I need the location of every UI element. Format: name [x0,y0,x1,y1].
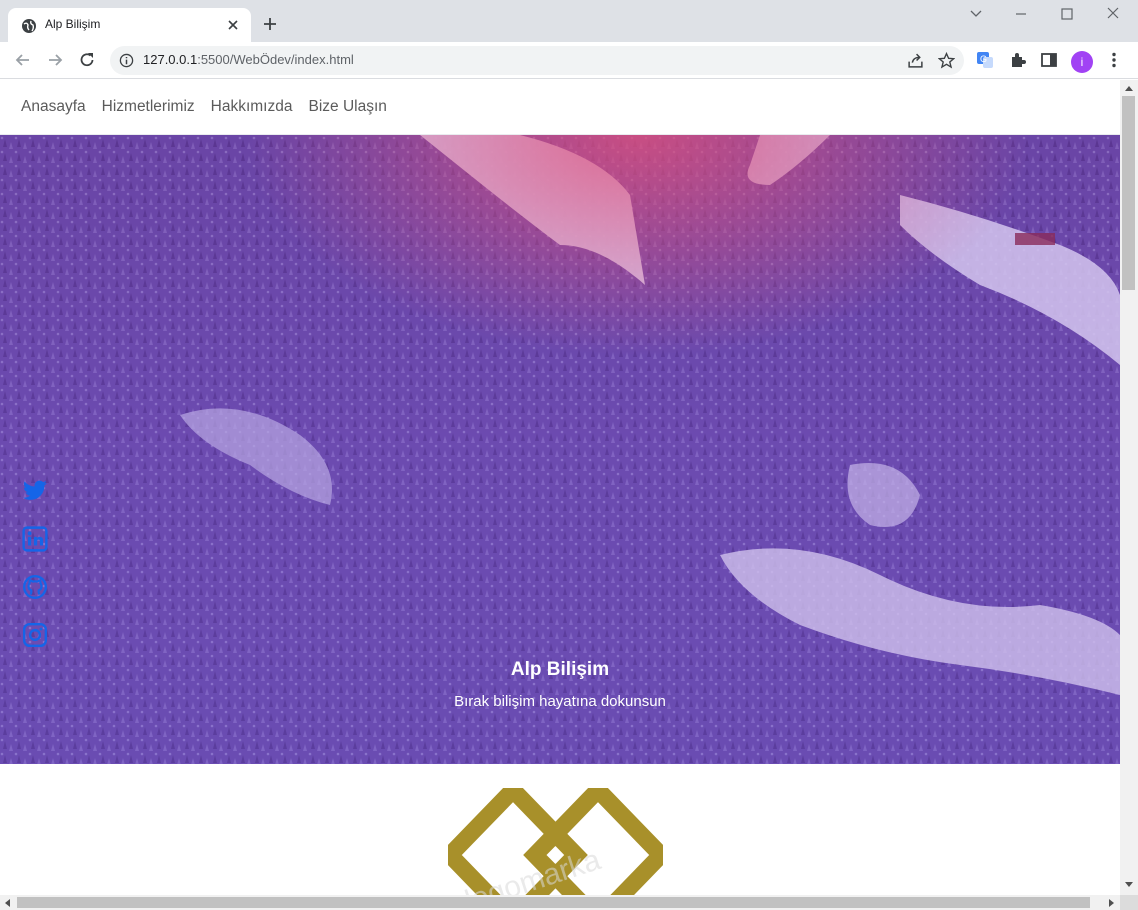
close-window-icon[interactable] [1103,6,1123,22]
address-bar[interactable]: 127.0.0.1:5500/WebÖdev/index.html [110,46,964,75]
bookmark-star-icon[interactable] [938,52,955,69]
nav-item-anasayfa[interactable]: Anasayfa [21,98,86,116]
nav-item-bize-ulasin[interactable]: Bize Ulaşın [308,98,386,116]
instagram-icon[interactable] [22,622,48,648]
vertical-scroll-thumb[interactable] [1122,96,1135,290]
extensions-icon[interactable] [1008,50,1028,70]
svg-text:G: G [980,54,987,64]
globe-icon [22,19,36,33]
hero-title: Alp Bilişim [510,659,610,680]
reload-icon[interactable] [77,50,97,70]
back-icon[interactable] [13,50,33,70]
hero-section: Alp Bilişim Bırak bilişim hayatına dokun… [0,135,1120,764]
company-logo: logomarka [448,788,663,895]
site-info-icon[interactable] [119,53,134,68]
github-icon[interactable] [22,574,48,600]
twitter-icon[interactable] [22,478,48,504]
horizontal-scrollbar[interactable] [0,895,1120,910]
nav-item-hakkimizda[interactable]: Hakkımızda [211,98,293,116]
scroll-left-icon[interactable] [3,898,11,908]
scroll-right-icon[interactable] [1108,898,1116,908]
scroll-down-icon[interactable] [1124,881,1134,889]
vertical-scrollbar[interactable] [1120,80,1138,895]
tab-search-icon[interactable] [966,6,986,22]
browser-tab[interactable]: Alp Bilişim [8,8,251,42]
side-panel-icon[interactable] [1039,50,1059,70]
site-navbar: Anasayfa Hizmetlerimiz Hakkımızda Bize U… [0,80,1120,135]
horizontal-scroll-thumb[interactable] [17,897,1090,908]
url-text: 127.0.0.1:5500/WebÖdev/index.html [143,52,354,67]
scrollbar-corner [1120,895,1138,910]
translate-icon[interactable]: G [975,50,995,70]
linkedin-icon[interactable] [22,526,48,552]
menu-kebab-icon[interactable] [1104,50,1124,70]
new-tab-icon[interactable] [262,16,278,32]
page-viewport: Anasayfa Hizmetlerimiz Hakkımızda Bize U… [0,80,1120,895]
browser-tab-strip: Alp Bilişim [0,0,1138,42]
tab-title: Alp Bilişim [45,17,101,31]
share-icon[interactable] [907,52,924,69]
nav-item-hizmetlerimiz[interactable]: Hizmetlerimiz [102,98,195,116]
browser-toolbar: 127.0.0.1:5500/WebÖdev/index.html G i [0,42,1138,79]
profile-avatar[interactable]: i [1071,51,1093,73]
hero-subtitle: Bırak bilişim hayatına dokunsun [454,693,666,710]
minimize-icon[interactable] [1011,6,1031,22]
scroll-up-icon[interactable] [1124,84,1134,92]
forward-icon[interactable] [45,50,65,70]
maximize-icon[interactable] [1057,6,1077,22]
close-tab-icon[interactable] [225,17,241,33]
nav-links: Anasayfa Hizmetlerimiz Hakkımızda Bize U… [21,98,387,116]
